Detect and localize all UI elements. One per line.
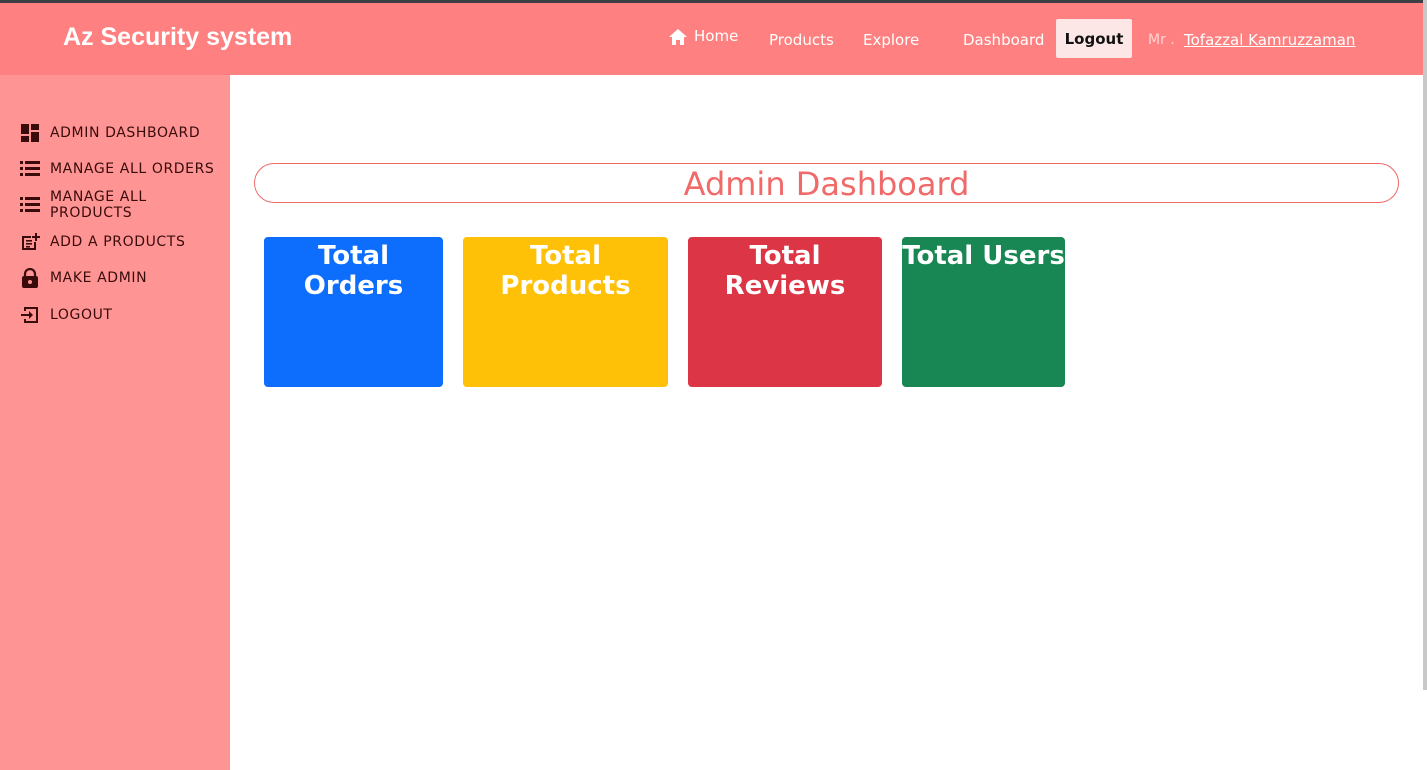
user-name-link[interactable]: Tofazzal Kamruzzaman [1184, 31, 1355, 49]
total-users-card: Total Users [902, 237, 1065, 387]
sidebar-item-label: ADD A PRODUCTS [50, 234, 186, 250]
user-prefix: Mr . [1148, 32, 1175, 48]
sidebar-item-add-product[interactable]: ADD A PRODUCTS [20, 230, 185, 254]
logout-icon [20, 305, 40, 325]
dashboard-icon [20, 123, 40, 143]
post-add-icon [20, 232, 40, 252]
nav-home-label: Home [694, 26, 739, 45]
total-reviews-card: Total Reviews [688, 237, 882, 387]
sidebar-item-label: LOGOUT [50, 307, 113, 323]
page-title: Admin Dashboard [683, 165, 970, 203]
card-label: Total Reviews [724, 241, 846, 301]
sidebar-item-manage-orders[interactable]: MANAGE ALL ORDERS [20, 157, 214, 181]
top-navbar: Az Security system Home Products Explore… [0, 3, 1423, 75]
nav-home-link[interactable]: Home [668, 26, 739, 46]
home-icon [669, 29, 687, 45]
sidebar-item-logout[interactable]: LOGOUT [20, 303, 113, 327]
sidebar-item-label: MAKE ADMIN [50, 270, 148, 286]
total-products-card: Total Products [463, 237, 668, 387]
sidebar-item-admin-dashboard[interactable]: ADMIN DASHBOARD [20, 121, 200, 145]
page-scrollbar[interactable] [1423, 0, 1427, 690]
sidebar-item-label: ADMIN DASHBOARD [50, 125, 201, 141]
page-title-banner: Admin Dashboard [254, 163, 1399, 203]
nav-dashboard-link[interactable]: Dashboard [963, 31, 1044, 49]
card-label: Total Products [500, 241, 631, 301]
list-icon [20, 159, 40, 179]
total-orders-card: Total Orders [264, 237, 443, 387]
nav-products-link[interactable]: Products [769, 31, 834, 49]
lock-icon [20, 268, 40, 288]
sidebar-item-label: MANAGE ALL PRODUCTS [50, 189, 147, 221]
admin-sidebar: ADMIN DASHBOARD MANAGE ALL ORDERS MANAGE… [0, 75, 230, 770]
sidebar-item-make-admin[interactable]: MAKE ADMIN [20, 266, 147, 290]
list-icon [20, 195, 40, 215]
sidebar-item-manage-products[interactable]: MANAGE ALL PRODUCTS [20, 189, 230, 221]
card-label: Total Users [902, 241, 1065, 271]
nav-explore-link[interactable]: Explore [863, 31, 919, 49]
brand-title[interactable]: Az Security system [63, 23, 292, 52]
logout-button[interactable]: Logout [1056, 19, 1132, 58]
card-label: Total Orders [303, 241, 404, 301]
sidebar-item-label: MANAGE ALL ORDERS [50, 161, 215, 177]
